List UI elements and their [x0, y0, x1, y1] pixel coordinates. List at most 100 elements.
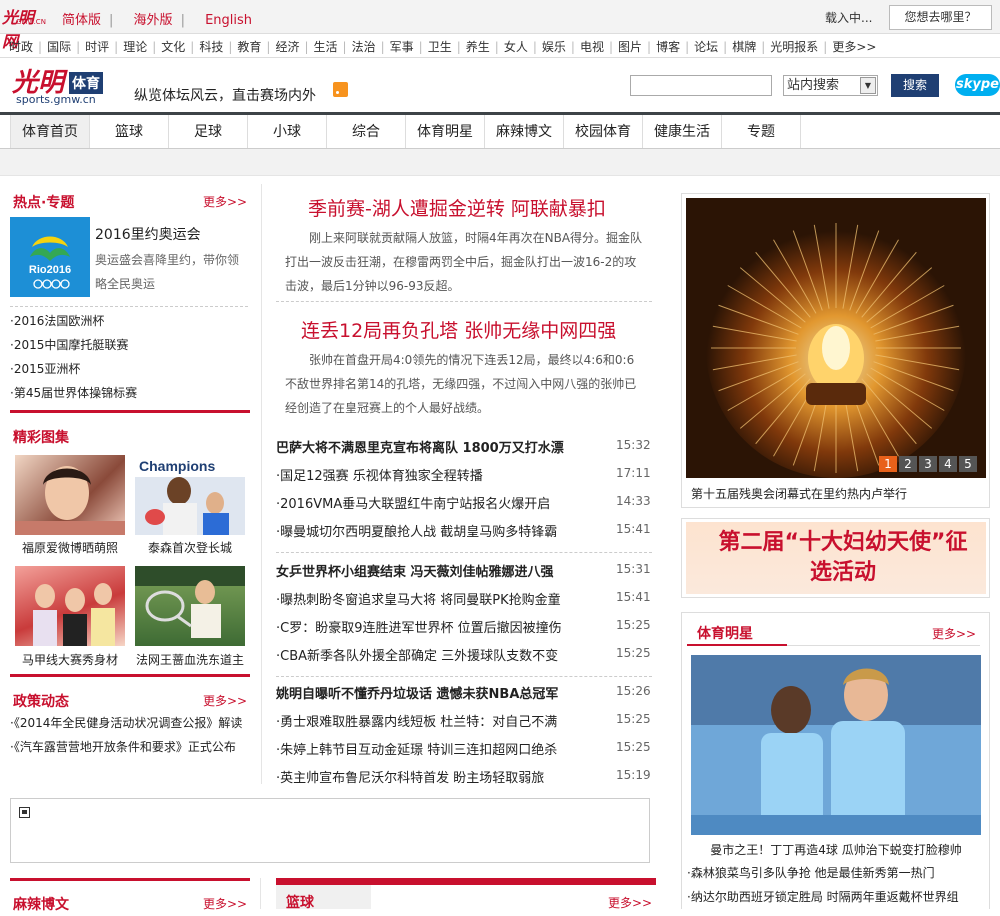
channel-link[interactable]: 时政	[9, 38, 33, 55]
news-item[interactable]: 姚明自曝听不懂乔丹垃圾话 遗憾未获NBA总冠军	[276, 683, 558, 703]
sub-bar	[0, 149, 1000, 176]
slider-page-button[interactable]: 5	[959, 456, 977, 472]
skype-icon[interactable]: skype	[955, 74, 1000, 96]
channel-link[interactable]: 文化	[161, 38, 185, 55]
star-caption[interactable]: 曼市之王！丁丁再造4球 瓜帅治下蜕变打脸穆帅	[691, 841, 981, 858]
channel-link[interactable]: 法治	[352, 38, 376, 55]
gallery-caption-3[interactable]: 马甲线大赛秀身材	[15, 651, 125, 668]
gmw-logo[interactable]: 光明网 GMW.CN	[2, 6, 46, 51]
news-item[interactable]: ·英主帅宣布鲁尼沃尔科特首发 盼主场轻取弱旅	[276, 767, 544, 787]
news-time: 15:25	[616, 618, 651, 632]
slider-page-button[interactable]: 1	[879, 456, 897, 472]
link-simplified[interactable]: 简体版	[62, 13, 101, 28]
channel-link[interactable]: 女人	[504, 38, 528, 55]
channel-link[interactable]: 电视	[580, 38, 604, 55]
news-item[interactable]: ·C罗：盼豪取9连胜进军世界杯 位置后撤因被撞伤	[276, 617, 562, 637]
feature-title[interactable]: 2016里约奥运会	[95, 224, 201, 244]
nav-separator: |	[342, 40, 347, 54]
hot-topic-link[interactable]: ·2016法国欧洲杯	[10, 312, 104, 329]
headline-1[interactable]: 季前赛-湖人遭掘金逆转 阿联献暴扣	[308, 194, 606, 221]
channel-link[interactable]: 棋牌	[732, 38, 756, 55]
main-nav-tab[interactable]: 麻辣博文	[485, 115, 564, 148]
sports-logo[interactable]: 光明 体育 sports.gmw.cn	[12, 62, 110, 108]
star-photo[interactable]	[691, 655, 981, 835]
news-item[interactable]: ·曝热刺盼冬窗追求皇马大将 将同曼联PK抢购金童	[276, 589, 561, 609]
main-nav-tab[interactable]: 体育首页	[10, 115, 90, 148]
headline-2[interactable]: 连丢12局再负孔塔 张帅无缘中网四强	[301, 316, 616, 343]
main-nav-tab[interactable]: 体育明星	[406, 115, 485, 148]
channel-link[interactable]: 国际	[47, 38, 71, 55]
blog-more[interactable]: 更多>>	[203, 895, 247, 912]
channel-link[interactable]: 理论	[123, 38, 147, 55]
news-item[interactable]: ·曝曼城切尔西明夏酿抢人战 截胡皇马购多特锋霸	[276, 521, 557, 541]
main-nav-tab[interactable]: 校园体育	[564, 115, 643, 148]
channel-link[interactable]: 生活	[314, 38, 338, 55]
star-more[interactable]: 更多>>	[932, 625, 976, 642]
gallery-photo-2[interactable]: Champions	[135, 455, 245, 535]
channel-link[interactable]: 光明报系	[770, 38, 818, 55]
main-nav-tab[interactable]: 健康生活	[643, 115, 722, 148]
news-item[interactable]: ·2016VMA垂马大联盟红牛南宁站报名火爆开启	[276, 493, 550, 513]
hot-topic-link[interactable]: ·2015中国摩托艇联赛	[10, 336, 128, 353]
main-nav-tab[interactable]: 小球	[248, 115, 327, 148]
logo-tiyu: 体育	[69, 72, 103, 94]
news-item[interactable]: ·勇士艰难取胜暴露内线短板 杜兰特：对自己不满	[276, 711, 557, 731]
main-nav-tab[interactable]: 专题	[722, 115, 801, 148]
channel-link[interactable]: 论坛	[694, 38, 718, 55]
hot-topic-link[interactable]: ·第45届世界体操锦标赛	[10, 384, 137, 401]
channel-link[interactable]: 卫生	[428, 38, 452, 55]
link-overseas[interactable]: 海外版	[134, 13, 173, 28]
rss-icon[interactable]	[333, 82, 348, 97]
slider-page-button[interactable]: 4	[939, 456, 957, 472]
slider-page-button[interactable]: 3	[919, 456, 937, 472]
search-input[interactable]	[630, 75, 772, 96]
policy-link[interactable]: ·《汽车露营营地开放条件和要求》正式公布	[10, 738, 236, 755]
main-nav-tab[interactable]: 综合	[327, 115, 406, 148]
channel-link[interactable]: 博客	[656, 38, 680, 55]
news-item[interactable]: 女乒世界杯小组赛结束 冯天薇刘佳帖雅娜进八强	[276, 561, 554, 581]
news-item[interactable]: ·国足12强赛 乐视体育独家全程转播	[276, 465, 483, 485]
rio2016-logo[interactable]: Rio2016	[10, 217, 90, 297]
news-item[interactable]: 巴萨大将不满恩里克宣布将离队 1800万又打水漂	[276, 437, 564, 457]
channel-link[interactable]: 养生	[466, 38, 490, 55]
channel-link[interactable]: 更多>>	[832, 38, 876, 55]
gallery-photo-3[interactable]	[15, 566, 125, 646]
channel-link[interactable]: 图片	[618, 38, 642, 55]
slider-caption[interactable]: 第十五届残奥会闭幕式在里约热内卢举行	[691, 485, 907, 502]
gallery-caption-2[interactable]: 泰森首次登长城	[135, 539, 245, 556]
gallery-photo-1[interactable]	[15, 455, 125, 535]
ad-box	[10, 798, 650, 863]
gallery-photo-4[interactable]	[135, 566, 245, 646]
news-item[interactable]: ·CBA新季各队外援全部确定 三外援球队支数不变	[276, 645, 558, 665]
search-button[interactable]: 搜索	[891, 74, 939, 97]
channel-link[interactable]: 娱乐	[542, 38, 566, 55]
hot-topics-more[interactable]: 更多>>	[203, 193, 247, 210]
star-link[interactable]: ·森林狼菜鸟引多队争抢 他是最佳新秀第一热门	[687, 864, 935, 881]
star-link[interactable]: ·纳达尔助西班牙锁定胜局 时隔两年重返戴杯世界组	[687, 888, 959, 905]
channel-link[interactable]: 经济	[275, 38, 299, 55]
policy-more[interactable]: 更多>>	[203, 692, 247, 709]
channel-link[interactable]: 科技	[199, 38, 223, 55]
link-english[interactable]: English	[205, 13, 252, 28]
search-scope-select[interactable]: 站内搜索 ▼	[783, 75, 878, 96]
channel-link[interactable]: 教育	[237, 38, 261, 55]
main-nav-tab[interactable]: 足球	[169, 115, 248, 148]
main-nav-tab[interactable]: 篮球	[90, 115, 169, 148]
nav-separator: |	[532, 40, 537, 54]
slider-page-button[interactable]: 2	[899, 456, 917, 472]
basketball-more[interactable]: 更多>>	[608, 894, 652, 911]
channel-link[interactable]: 时评	[85, 38, 109, 55]
gallery-caption-1[interactable]: 福原爱微博晒萌照	[15, 539, 125, 556]
policy-link[interactable]: ·《2014年全民健身活动状况调查公报》解读	[10, 714, 242, 731]
where-to-button[interactable]: 您想去哪里？	[889, 5, 992, 30]
channel-link[interactable]: 军事	[390, 38, 414, 55]
top-bar: 光明网 GMW.CN 简体版 | 海外版 | English 载入中... 您想去哪…	[0, 0, 1000, 51]
slider-photo[interactable]	[686, 198, 986, 478]
hot-topic-link[interactable]: ·2015亚洲杯	[10, 360, 80, 377]
basketball-title: 篮球	[286, 895, 314, 911]
basketball-tab[interactable]: 篮球	[276, 885, 371, 911]
angel-banner[interactable]: 第二届“十大妇幼天使”征选活动	[686, 522, 986, 594]
news-item[interactable]: ·朱婷上韩节目互动金延璟 特训三连扣超网口绝杀	[276, 739, 557, 759]
news-time: 15:26	[616, 684, 651, 698]
gallery-caption-4[interactable]: 法网王蔷血洗东道主	[135, 651, 245, 668]
